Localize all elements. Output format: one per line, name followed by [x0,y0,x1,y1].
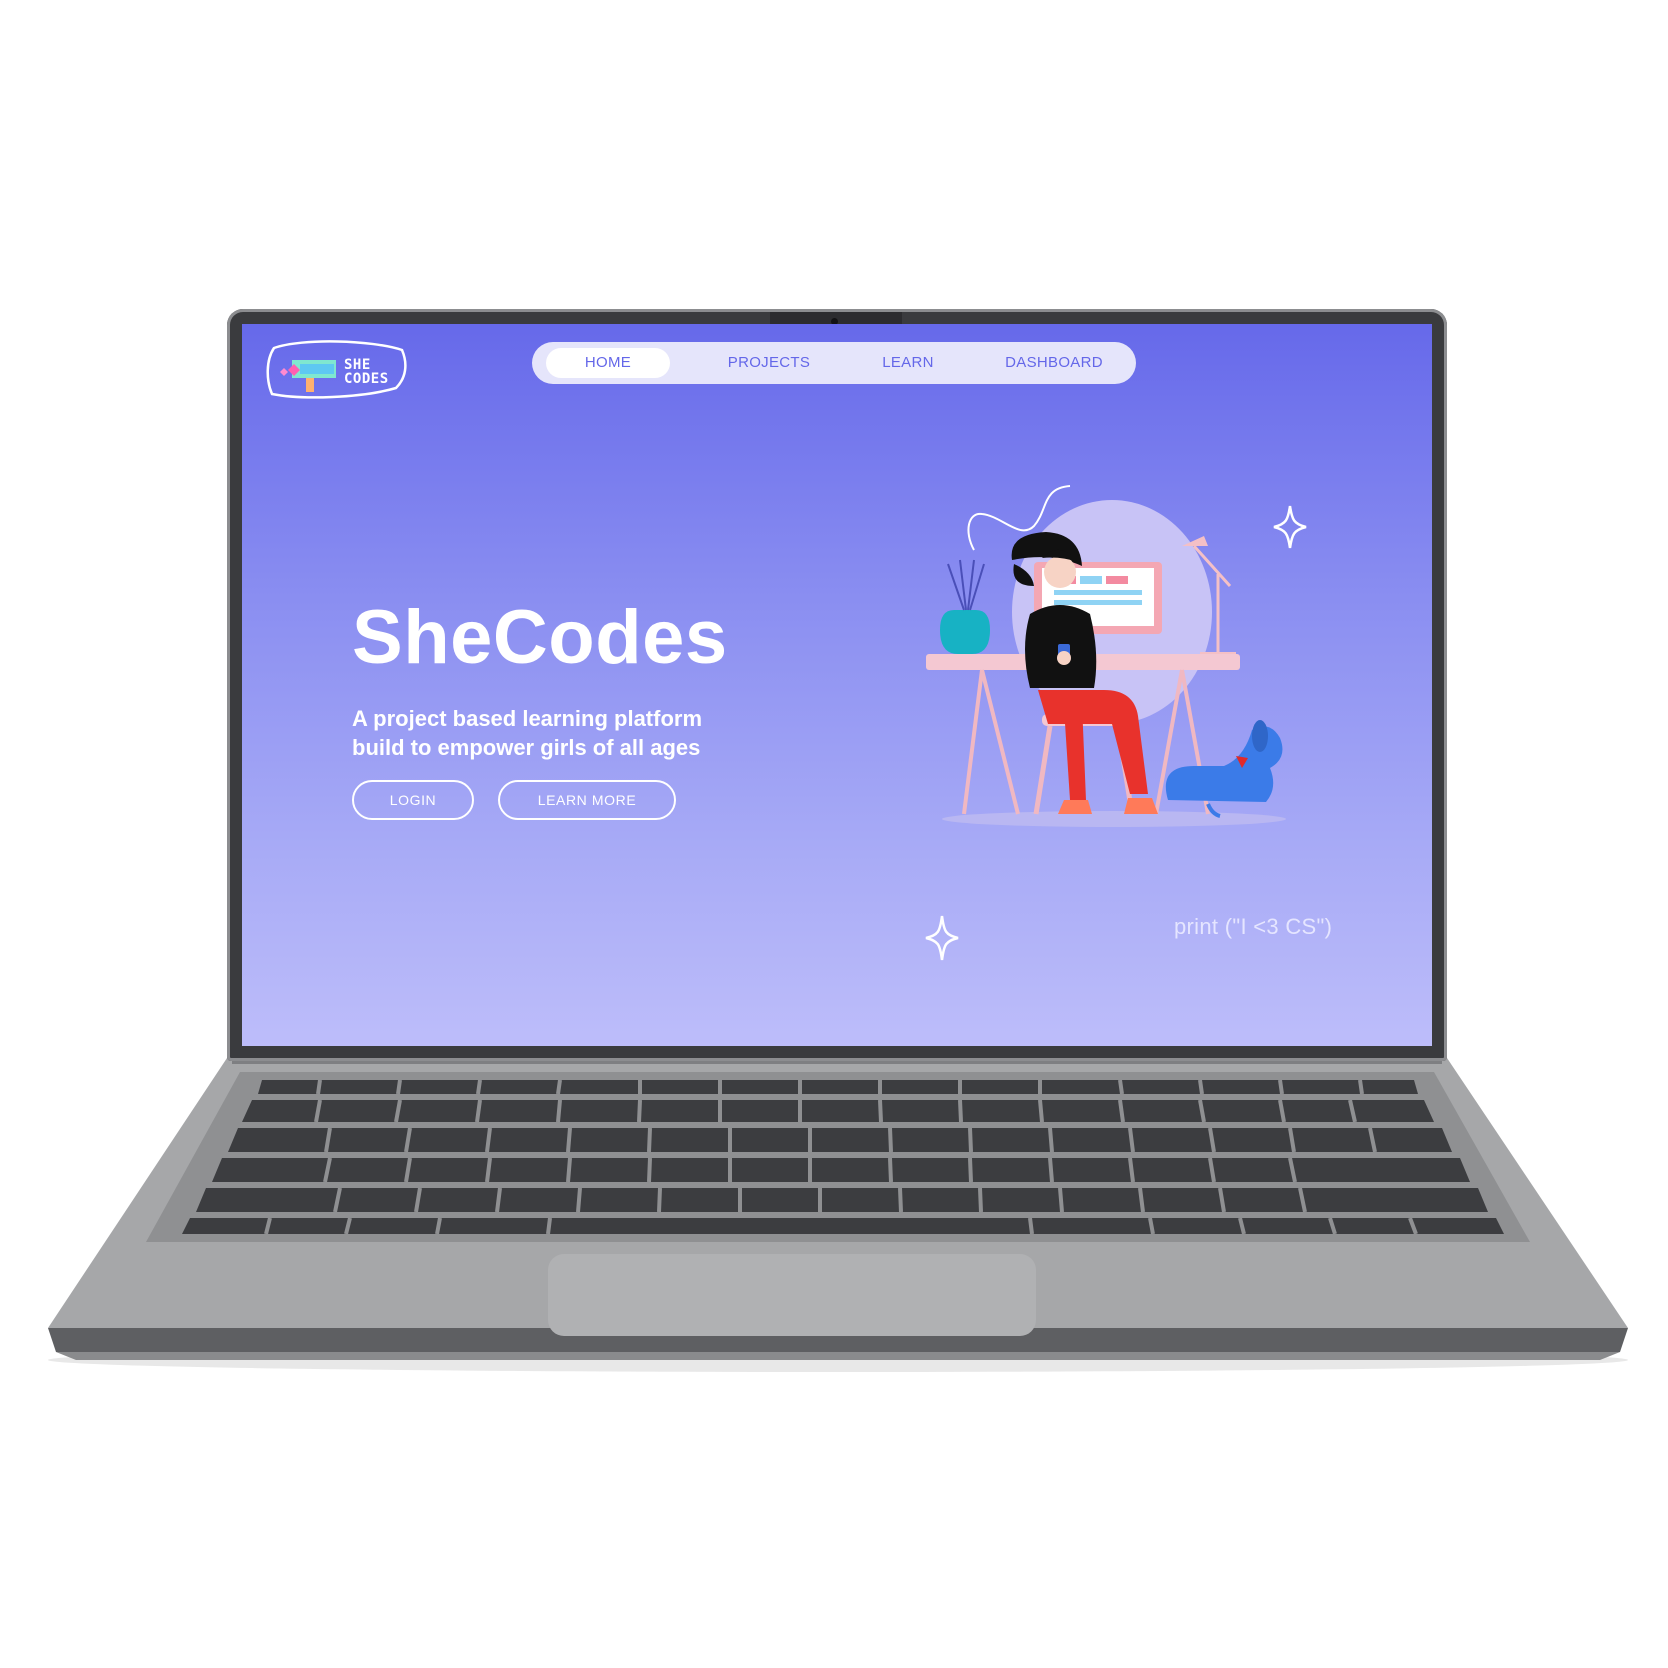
keyboard [182,1079,1504,1235]
